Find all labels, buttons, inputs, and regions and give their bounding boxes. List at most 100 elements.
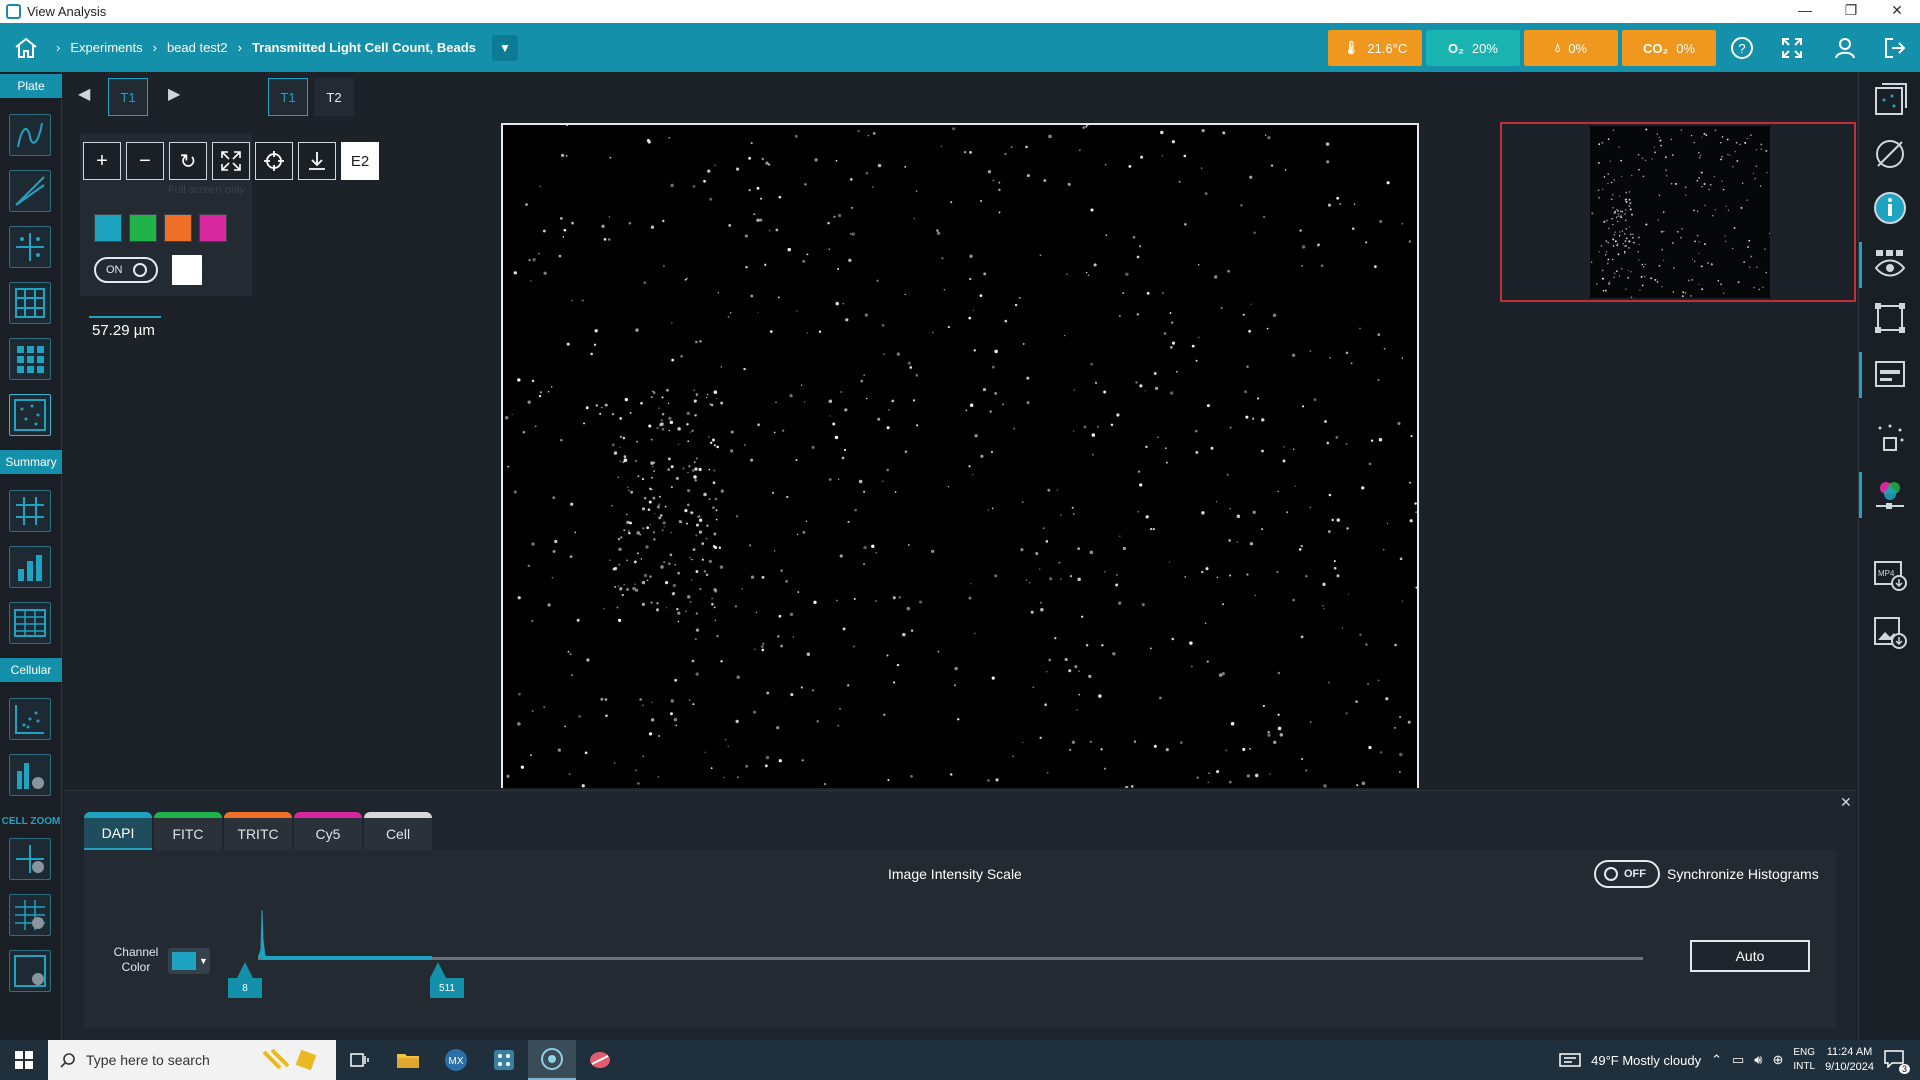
plate-growth-view-button[interactable]: [9, 170, 51, 212]
snipping-app[interactable]: [576, 1040, 624, 1080]
rotate-button[interactable]: ↻: [169, 142, 207, 180]
center-target-button[interactable]: [255, 142, 293, 180]
clock[interactable]: 11:24 AM 9/10/2024: [1825, 1045, 1874, 1075]
bead: [650, 601, 653, 604]
task-view-button[interactable]: [336, 1040, 384, 1080]
bead: [950, 201, 953, 204]
channel-swatch-blue[interactable]: [94, 214, 122, 242]
notifications-button[interactable]: 3: [1884, 1050, 1910, 1074]
timepoint-current[interactable]: T1: [108, 78, 148, 116]
start-button[interactable]: [0, 1040, 48, 1080]
cellzoom-image-button[interactable]: [9, 950, 51, 992]
chevron-up-icon[interactable]: ⌃: [1711, 1052, 1722, 1068]
segmentation-button[interactable]: [1870, 418, 1910, 458]
previous-timepoint-button[interactable]: ◀: [78, 84, 90, 104]
section-plate[interactable]: Plate: [0, 74, 62, 98]
close-window-button[interactable]: ✕: [1874, 0, 1920, 23]
section-cellular[interactable]: Cellular: [0, 658, 62, 682]
restore-button[interactable]: ❐: [1828, 0, 1874, 23]
breadcrumb-experiments[interactable]: Experiments: [70, 40, 142, 55]
bead: [1056, 489, 1059, 491]
fullscreen-button[interactable]: [1779, 35, 1805, 61]
bead: [1301, 264, 1304, 267]
zoom-in-button[interactable]: +: [83, 142, 121, 180]
minimize-button[interactable]: —: [1782, 0, 1828, 23]
bead: [604, 403, 608, 407]
summary-bar-chart-button[interactable]: [9, 546, 51, 588]
bead: [1415, 586, 1417, 589]
section-summary[interactable]: Summary: [0, 450, 62, 474]
network-icon[interactable]: ▭: [1732, 1052, 1744, 1068]
cellular-histogram-button[interactable]: [9, 754, 51, 796]
auto-button[interactable]: Auto: [1690, 940, 1810, 972]
image-settings-button[interactable]: [1870, 80, 1910, 120]
summary-scatter-button[interactable]: [9, 490, 51, 532]
tab-tritc[interactable]: TRITC: [224, 812, 292, 850]
cellzoom-table-button[interactable]: [9, 894, 51, 936]
bead: [1632, 236, 1634, 239]
bead: [1630, 296, 1633, 298]
channel-color-dropdown[interactable]: ▼: [168, 948, 210, 974]
channel-swatch-orange[interactable]: [164, 214, 192, 242]
next-timepoint-button[interactable]: ▶: [168, 84, 180, 104]
bead: [1613, 234, 1616, 236]
logout-button[interactable]: [1882, 35, 1908, 61]
globe-icon[interactable]: ⊕: [1772, 1052, 1783, 1068]
overlay-toggle[interactable]: ON: [94, 257, 158, 283]
user-button[interactable]: [1832, 35, 1858, 61]
min-intensity-handle[interactable]: 8: [228, 978, 262, 998]
export-video-button[interactable]: MP4: [1870, 554, 1910, 594]
plate-scatter-view-button[interactable]: [9, 226, 51, 268]
taskbar-search[interactable]: Type here to search: [48, 1040, 336, 1080]
link-off-button[interactable]: [1870, 134, 1910, 174]
home-button[interactable]: [0, 23, 52, 72]
tab-cell[interactable]: Cell: [364, 812, 432, 850]
summary-table-button[interactable]: [9, 602, 51, 644]
breadcrumb-experiment[interactable]: bead test2: [167, 40, 228, 55]
select-region-button[interactable]: [1870, 298, 1910, 338]
volume-icon[interactable]: 🔊︎: [1754, 1052, 1762, 1068]
help-button[interactable]: ?: [1729, 35, 1755, 61]
overlay-box-button[interactable]: [172, 255, 202, 285]
max-intensity-handle[interactable]: 511: [430, 978, 464, 998]
tab-dapi[interactable]: DAPI: [84, 812, 152, 850]
plate-wells-view-button[interactable]: [9, 338, 51, 380]
close-histogram-button[interactable]: ✕: [1840, 794, 1852, 811]
cellzoom-scatter-button[interactable]: [9, 838, 51, 880]
bead: [585, 406, 589, 410]
zoom-out-button[interactable]: −: [126, 142, 164, 180]
bead: [886, 468, 889, 472]
bead: [1071, 740, 1076, 744]
channel-swatch-magenta[interactable]: [199, 214, 227, 242]
tab-fitc[interactable]: FITC: [154, 812, 222, 850]
weather-text[interactable]: 49°F Mostly cloudy: [1591, 1053, 1701, 1068]
plate-curve-view-button[interactable]: [9, 114, 51, 156]
color-channels-button[interactable]: [1870, 474, 1910, 514]
plate-grid-view-button[interactable]: [9, 282, 51, 324]
microscope-image[interactable]: [501, 123, 1419, 788]
tab-cy5[interactable]: Cy5: [294, 812, 362, 850]
mx-app[interactable]: MX: [432, 1040, 480, 1080]
tab-t1[interactable]: T1: [268, 78, 308, 116]
file-explorer-app[interactable]: [384, 1040, 432, 1080]
export-image-button[interactable]: [1870, 612, 1910, 652]
imaging-app[interactable]: [480, 1040, 528, 1080]
language-indicator[interactable]: ENG INTL: [1793, 1046, 1815, 1074]
scale-bar-button[interactable]: [1870, 354, 1910, 394]
download-image-button[interactable]: [298, 142, 336, 180]
visibility-button[interactable]: [1870, 244, 1910, 284]
fit-to-screen-button[interactable]: [212, 142, 250, 180]
sync-histograms-toggle[interactable]: OFF: [1594, 860, 1660, 888]
bead: [1119, 315, 1121, 317]
image-minimap[interactable]: [1500, 122, 1856, 302]
channel-swatch-green[interactable]: [129, 214, 157, 242]
plate-image-view-button[interactable]: [9, 394, 51, 436]
tab-t2[interactable]: T2: [314, 78, 354, 116]
bead: [782, 429, 785, 432]
info-button[interactable]: [1870, 188, 1910, 228]
view-analysis-app[interactable]: [528, 1040, 576, 1080]
bead: [1399, 716, 1401, 718]
breadcrumb-dropdown[interactable]: ▼: [491, 34, 518, 61]
cellular-scatter-button[interactable]: [9, 698, 51, 740]
bead: [558, 254, 562, 258]
